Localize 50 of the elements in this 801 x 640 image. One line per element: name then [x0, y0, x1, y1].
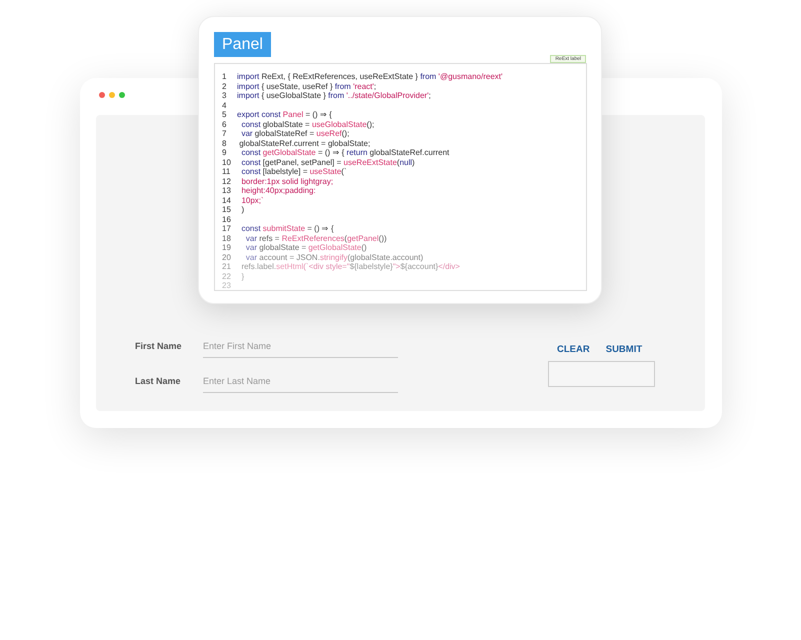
code-line: globalStateRef.current = globalState;	[238, 138, 370, 148]
code-line: var refs = ReExtReferences(getPanel())	[244, 234, 387, 243]
code-line: var globalState = getGlobalState()	[244, 243, 367, 252]
code-line: import { useState, useRef } from 'react';	[237, 82, 376, 91]
code-line: border:1px solid lightgray;	[240, 176, 334, 186]
code-line: const globalState = useGlobalState();	[240, 120, 374, 129]
code-line: var globalStateRef = useRef();	[240, 129, 350, 138]
line-number: 6	[222, 120, 228, 129]
line-number: 4	[222, 100, 228, 110]
code-line: height:40px;padding:	[240, 186, 316, 196]
line-number: 9	[222, 148, 228, 158]
field-label: First Name	[135, 340, 183, 353]
code-line: export const Panel = () ⇒ {	[237, 110, 332, 120]
line-number: 10	[222, 158, 232, 167]
line-number: 2	[222, 82, 228, 91]
code-line: )	[240, 205, 244, 214]
line-number: 7	[222, 129, 228, 138]
line-number: 12	[222, 176, 232, 186]
line-number: 11	[222, 167, 232, 176]
text-field[interactable]: Enter First Name	[203, 335, 398, 358]
line-number: 19	[222, 243, 232, 252]
code-line: import { useGlobalState } from '../state/GlobalProvider';	[237, 91, 431, 100]
line-number: 15	[222, 205, 232, 214]
line-number: 1	[222, 72, 228, 82]
text-button[interactable]: CLEAR	[555, 340, 592, 359]
line-number: 14	[222, 196, 232, 205]
code-line: const getGlobalState = () ⇒ { return globalStateRef.current	[240, 148, 450, 158]
code-line: }	[240, 272, 244, 281]
line-number: 3	[222, 91, 228, 100]
line-number: 5	[222, 110, 228, 120]
field-label: Last Name	[135, 374, 182, 388]
code-line: const [labelstyle] = useState(`	[240, 167, 347, 176]
line-number: 22	[222, 272, 232, 281]
code-line: var account = JSON.stringify(globalState.account)	[244, 252, 424, 262]
code-line: const submitState = () ⇒ {	[240, 224, 334, 234]
code-line: const [getPanel, setPanel] = useReExtState(null)	[240, 158, 415, 167]
line-number: 8	[222, 138, 228, 148]
line-number: 23	[222, 281, 232, 290]
text-field[interactable]: Enter Last Name	[203, 370, 398, 393]
line-number: 16	[222, 214, 232, 224]
panel-title: Panel	[214, 32, 271, 57]
line-number: 20	[222, 252, 232, 262]
line-number: 13	[222, 186, 232, 196]
line-number: 17	[222, 224, 232, 234]
line-number: 21	[222, 262, 232, 272]
code-line: refs.label.setHtml(`<div style="${labelstyle}">${account}</div>	[240, 262, 460, 272]
code-line: import ReExt, { ReExtReferences, useReExtState } from '@gusmano/reext'	[237, 72, 503, 82]
code-line: 10px;`	[240, 196, 264, 205]
line-number: 18	[222, 234, 232, 243]
text-button[interactable]: SUBMIT	[604, 340, 644, 359]
